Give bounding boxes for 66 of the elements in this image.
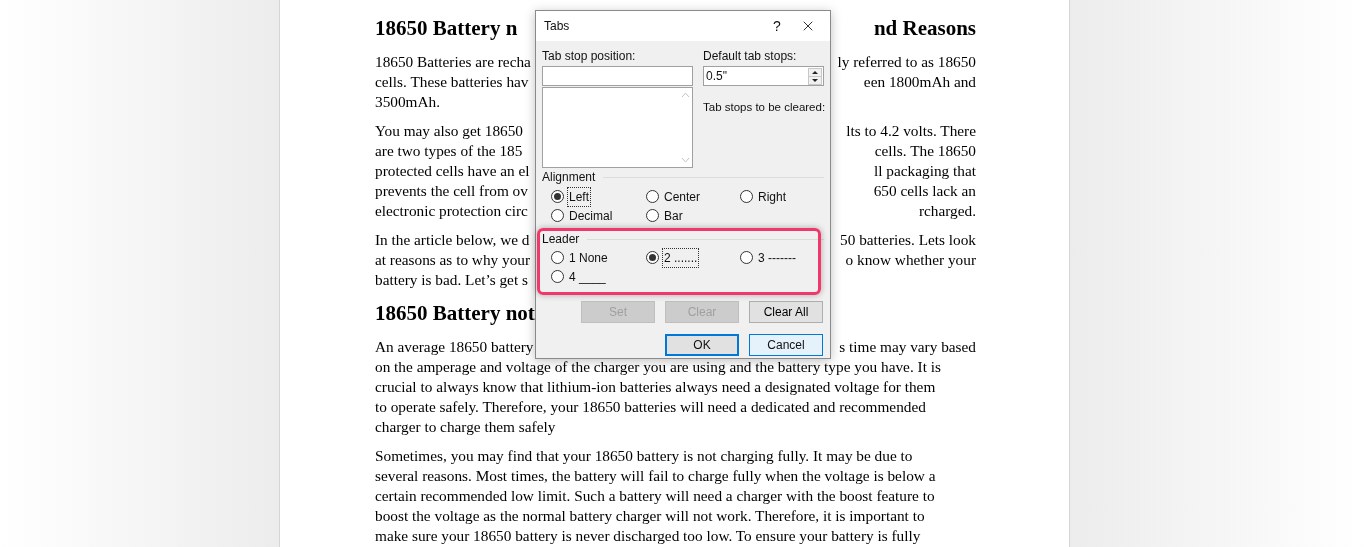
text-line: on the amperage and voltage of the charger you are using and the battery type you have. It is — [375, 357, 941, 377]
text-line: ly referred to as 18650 — [837, 52, 976, 72]
text-line: certain recommended low limit. Such a battery will need a charger with the boost feature to — [375, 486, 935, 506]
text-line: een 1800mAh and — [863, 72, 976, 92]
help-button[interactable]: ? — [762, 15, 792, 37]
text-line: are two types of the 185 — [375, 141, 523, 161]
heading-text: nd Reasons — [873, 15, 976, 42]
radio-label[interactable]: 1 None — [567, 247, 610, 268]
dialog-button[interactable]: Clear All — [749, 301, 823, 323]
radio-button[interactable] — [551, 251, 564, 264]
text-line: An average 18650 battery — [375, 337, 534, 357]
radio-label[interactable]: 3 ------- — [756, 247, 798, 268]
text-line: 50 batteries. Lets look — [840, 230, 976, 250]
text-line: several reasons. Most times, the battery will fail to charge fully when the voltage is below a — [375, 466, 936, 486]
field-label: Default tab stops: — [703, 48, 798, 64]
dialog-title: Tabs — [544, 18, 571, 35]
radio-button[interactable] — [646, 209, 659, 222]
text-line: 18650 Batteries are recha — [375, 52, 531, 72]
text-line: prevents the cell from ov — [375, 181, 528, 201]
text-line: cells. These batteries hav — [375, 72, 529, 92]
default-tab-stops-spinner[interactable]: 0.5" — [703, 66, 824, 86]
text-line: to operate safely. Therefore, your 18650 batteries will need a dedicated and recommended — [375, 397, 926, 417]
text-line: rcharged. — [918, 201, 976, 221]
text-line: charger to charge them safely — [375, 417, 556, 437]
group-label: Alignment — [542, 169, 596, 186]
dialog-button[interactable]: OK — [665, 334, 739, 356]
text-line: boost the voltage as the normal battery charger will not work. Therefore, it is important to — [375, 506, 925, 526]
heading-text: 18650 Battery n — [375, 15, 518, 42]
text-line: at reasons as to why your — [375, 250, 531, 270]
text-line: Sometimes, you may find that your 18650 battery is not charging fully. It may be due to — [375, 446, 913, 466]
text-line: crucial to always know that lithium-ion batteries always need a designated voltage for them — [375, 377, 936, 397]
dialog-button[interactable]: Cancel — [749, 334, 823, 356]
text-line: ll packaging that — [874, 161, 976, 181]
text-line: 3500mAh. — [375, 92, 440, 112]
text-line: In the article below, we d — [375, 230, 530, 250]
text-line: make sure your 18650 battery is never discharged too low. To ensure your battery is fully — [375, 526, 921, 546]
text-line: You may also get 18650 — [375, 121, 524, 141]
text-line: electronic protection circ — [375, 201, 528, 221]
radio-button[interactable] — [740, 251, 753, 264]
radio-button[interactable] — [740, 190, 753, 203]
radio-label[interactable]: Right — [756, 186, 788, 207]
tab-stop-field[interactable] — [542, 66, 693, 86]
radio-label[interactable]: Bar — [662, 205, 685, 226]
radio-label[interactable]: 2 ....... — [662, 247, 700, 268]
text-line: o know whether your — [845, 250, 976, 270]
field-label: Tab stop position: — [542, 48, 637, 64]
text-line: s time may vary based — [839, 337, 976, 357]
tab-stop-list[interactable] — [542, 87, 693, 168]
radio-label[interactable]: 4 ____ — [567, 266, 608, 287]
radio-button[interactable] — [646, 251, 659, 264]
radio-label[interactable]: Center — [662, 186, 703, 207]
text-line: battery is bad. Let’s get s — [375, 270, 528, 290]
text-line: protected cells have an el — [375, 161, 530, 181]
radio-button[interactable] — [551, 190, 564, 203]
spin-arrows-icon[interactable] — [808, 67, 822, 85]
clear-label: Tab stops to be cleared: — [703, 100, 824, 115]
heading-text: 18650 Battery not — [375, 300, 535, 327]
radio-button[interactable] — [551, 270, 564, 283]
group-label: Leader — [542, 231, 580, 248]
text-line: lts to 4.2 volts. There — [846, 121, 976, 141]
radio-label[interactable]: Decimal — [567, 205, 615, 226]
text-line: cells. The 18650 — [874, 141, 976, 161]
radio-label[interactable]: Left — [567, 186, 591, 207]
radio-button[interactable] — [646, 190, 659, 203]
radio-button[interactable] — [551, 209, 564, 222]
text-line: 650 cells lack an — [873, 181, 976, 201]
